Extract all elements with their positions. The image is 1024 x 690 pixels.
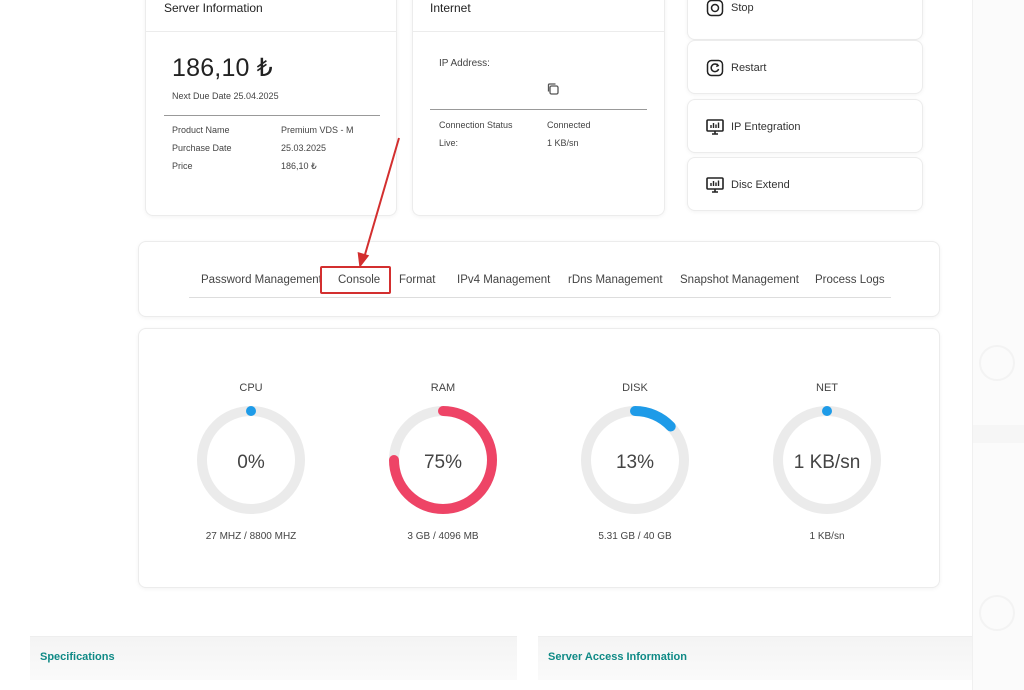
action-label: Stop: [731, 2, 754, 14]
live-label: Live:: [439, 138, 459, 148]
detail-key: Price: [172, 161, 193, 171]
gauge-start-dot: [246, 406, 256, 416]
tab-ipv4-management[interactable]: IPv4 Management: [457, 274, 550, 286]
server-access-section[interactable]: Server Access Information: [538, 636, 972, 680]
gauge-arc: [630, 406, 676, 432]
faded-circle-icon: [979, 345, 1015, 381]
card-title: Internet: [430, 1, 471, 15]
detail-key: Purchase Date: [172, 143, 232, 153]
resource-usage-card: CPU 0% 27 MHZ / 8800 MHZ RAM 75% 3 GB / …: [138, 328, 940, 588]
internet-card: Internet IP Address: Connection Status C…: [412, 0, 665, 216]
metric-detail: 3 GB / 4096 MB: [407, 531, 479, 542]
metric-label: RAM: [430, 382, 456, 394]
ip-entegration-button[interactable]: IP Entegration: [687, 99, 923, 153]
card-title: Server Information: [164, 1, 263, 15]
tab-bar: Password Management Console Format IPv4 …: [189, 266, 891, 298]
faded-bar: [973, 425, 1024, 443]
tab-snapshot-management[interactable]: Snapshot Management: [680, 274, 799, 286]
action-label: Restart: [731, 62, 767, 74]
section-title: Server Access Information: [548, 651, 687, 663]
copy-icon[interactable]: [546, 82, 560, 96]
metric-detail: 1 KB/sn: [809, 531, 845, 542]
connection-status-value: Connected: [547, 120, 591, 130]
tab-password-management[interactable]: Password Management: [201, 274, 322, 286]
power-icon: [706, 0, 724, 17]
tab-rdns-management[interactable]: rDns Management: [568, 274, 663, 286]
monitor-icon: [706, 177, 724, 193]
detail-value: 25.03.2025: [281, 143, 327, 153]
tab-process-logs[interactable]: Process Logs: [815, 274, 885, 286]
card-header: Internet: [413, 0, 664, 32]
next-due-date: Next Due Date 25.04.2025: [172, 91, 279, 101]
price-amount: 186,10 ₺: [172, 54, 273, 82]
live-value: 1 KB/sn: [547, 138, 579, 148]
metric-value: 1 KB/sn: [793, 452, 861, 473]
metric-label: CPU: [239, 382, 263, 394]
section-title: Specifications: [40, 651, 115, 663]
ip-address-label: IP Address:: [439, 58, 490, 69]
faded-circle-icon: [979, 595, 1015, 631]
disc-extend-button[interactable]: Disc Extend: [687, 157, 923, 211]
annotation-arrow: [357, 137, 400, 268]
detail-key: Product Name: [172, 125, 230, 135]
card-header: Server Information: [146, 0, 396, 32]
metric-value: 13%: [615, 452, 655, 473]
metric-label: NET: [816, 382, 838, 394]
restart-icon: [706, 59, 724, 77]
divider: [430, 109, 647, 110]
divider: [164, 115, 380, 116]
connection-status-label: Connection Status: [439, 120, 513, 130]
gauge-start-dot: [822, 406, 832, 416]
monitor-icon: [706, 119, 724, 135]
specifications-section[interactable]: Specifications: [30, 636, 517, 680]
action-label: Disc Extend: [731, 179, 790, 191]
metric-label: DISK: [622, 382, 648, 394]
restart-button[interactable]: Restart: [687, 40, 923, 94]
metric-detail: 5.31 GB / 40 GB: [598, 531, 672, 542]
background-strip: [972, 0, 1024, 690]
metric-detail: 27 MHZ / 8800 MHZ: [205, 531, 297, 542]
management-tabs-card: Password Management Console Format IPv4 …: [138, 241, 940, 317]
detail-value: 186,10 ₺: [281, 161, 317, 171]
stop-button[interactable]: Stop: [687, 0, 923, 40]
metric-value: 75%: [423, 452, 463, 473]
metric-value: 0%: [237, 452, 265, 473]
action-label: IP Entegration: [731, 121, 801, 133]
